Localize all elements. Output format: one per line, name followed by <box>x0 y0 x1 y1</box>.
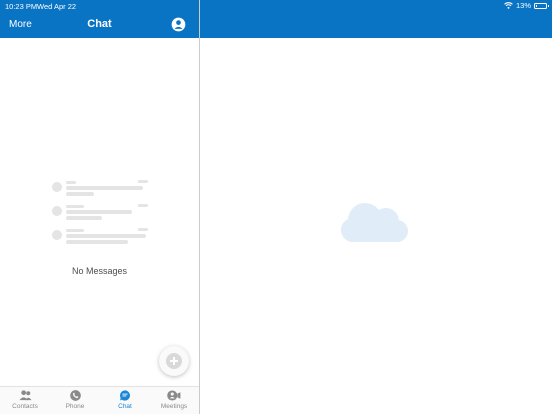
status-date: Wed Apr 22 <box>37 2 77 11</box>
no-messages-text: No Messages <box>71 266 128 276</box>
tab-label-chat: Chat <box>118 403 132 410</box>
tab-contacts[interactable]: Contacts <box>0 387 50 415</box>
meetings-icon <box>167 390 181 401</box>
tab-meetings[interactable]: Meetings <box>149 387 199 415</box>
contacts-icon <box>19 390 31 401</box>
tab-chat[interactable]: Chat <box>100 387 150 415</box>
pane-divider <box>199 0 200 414</box>
tab-label-phone: Phone <box>65 403 85 410</box>
cloud-icon <box>341 203 408 242</box>
status-right: 13% <box>504 1 549 10</box>
battery-percent: 13% <box>515 1 531 10</box>
wifi-icon <box>504 2 513 9</box>
tab-label-meetings: Meetings <box>160 403 188 410</box>
phone-icon <box>69 390 81 401</box>
empty-chat-illustration <box>52 180 148 244</box>
battery-icon <box>534 2 549 9</box>
chat-icon <box>119 390 130 401</box>
tab-phone[interactable]: Phone <box>50 387 100 415</box>
tab-label-contacts: Contacts <box>12 403 38 410</box>
status-bar: 10:23 PM Wed Apr 22 13% <box>0 0 552 12</box>
status-time: 10:23 PM <box>5 2 38 11</box>
plus-icon <box>166 353 182 369</box>
tab-bar: Contacts Phone Chat Meetings <box>0 386 199 414</box>
page-title: Chat <box>87 18 112 30</box>
new-chat-button[interactable] <box>159 346 189 376</box>
profile-icon[interactable] <box>171 17 186 32</box>
